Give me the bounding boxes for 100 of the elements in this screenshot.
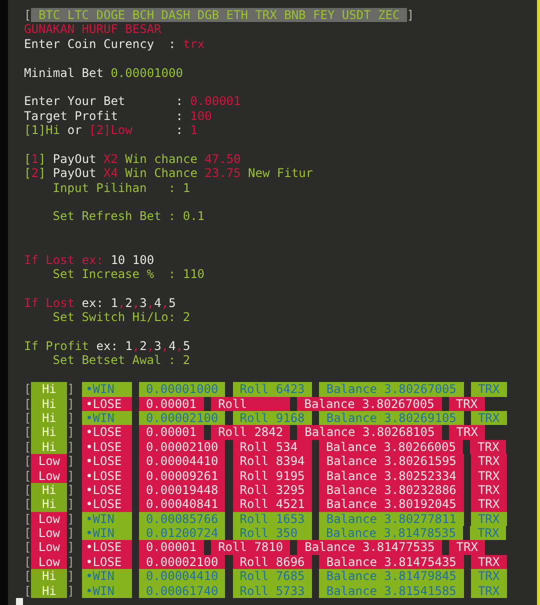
terminal-text: Win chance <box>124 152 198 166</box>
side-label: Low <box>31 512 68 526</box>
result-label: •LOSE <box>82 482 132 498</box>
roll-value: Roll 9195 <box>232 468 312 483</box>
roll-value: Roll 8696 <box>232 554 312 570</box>
bet-amount: 0.00001000 <box>138 382 226 397</box>
currency-label: TRX <box>470 569 507 584</box>
result-label: •LOSE <box>82 425 132 440</box>
terminal-text: [ <box>24 152 32 166</box>
balance-value: Balance 3.81475435 <box>319 554 464 570</box>
bracket: [ <box>24 482 32 498</box>
bracket: [ <box>24 554 32 570</box>
terminal-text: ] <box>38 152 46 166</box>
roll-value: Roll 7810 <box>210 540 290 555</box>
terminal-text: If Lost <box>24 296 75 310</box>
side-label: Low <box>31 454 68 469</box>
bet-amount: 0.00002100 <box>138 554 226 570</box>
balance-value: Balance 3.80267005 <box>319 382 464 397</box>
currency-label: TRX <box>449 425 486 440</box>
terminal-text: Enter Coin Curency : <box>24 36 177 52</box>
terminal-text: , <box>176 339 184 354</box>
terminal-text: Minimal Bet <box>24 66 104 80</box>
balance-value: Balance 3.80232886 <box>319 482 464 498</box>
terminal-text: or <box>66 123 83 138</box>
terminal-text: If Profit <box>24 339 90 354</box>
terminal-text: 4 <box>168 339 176 354</box>
bet-amount: 0.00061740 <box>138 584 226 598</box>
result-label: •LOSE <box>82 396 132 411</box>
currency-label: TRX <box>470 554 507 570</box>
currency-label: TRX <box>470 440 506 454</box>
bracket: ] <box>67 512 74 526</box>
side-label: Hi <box>31 382 68 397</box>
bracket: ] <box>67 382 74 397</box>
roll-value: Roll 9168 <box>232 410 312 426</box>
terminal-text: PayOut <box>52 166 98 181</box>
terminal-text: : <box>174 123 184 138</box>
side-label: Low <box>31 554 68 570</box>
terminal-text: 1 <box>31 152 38 166</box>
bracket: [ <box>24 512 32 526</box>
side-label: Low <box>31 540 68 555</box>
bet-amount: 0.00001 <box>138 396 204 411</box>
terminal-text: X4 <box>104 166 118 181</box>
terminal-text: , <box>146 339 154 354</box>
roll-value: Roll 534 <box>232 440 312 454</box>
terminal-text: , <box>132 339 140 354</box>
side-label: Hi <box>31 410 68 426</box>
side-label: Hi <box>31 396 68 411</box>
terminal-text: Enter Your Bet : <box>24 94 184 109</box>
bracket: [ <box>24 410 32 426</box>
balance-value: Balance 3.81477535 <box>297 540 442 555</box>
balance-value: Balance 3.80192045 <box>319 497 464 512</box>
result-label: •WIN <box>82 584 132 598</box>
bet-amount: 0.00085766 <box>138 512 226 526</box>
terminal-text: Set Refresh Bet : 0.1 <box>52 209 205 224</box>
bracket: [ <box>24 526 32 540</box>
balance-value: Balance 3.81541585 <box>319 584 464 598</box>
coin-list: BTC LTC DOGE BCH DASH DGB ETH TRX BNB FEY USDT ZEC <box>31 8 407 22</box>
currency-label: TRX <box>470 482 507 498</box>
terminal-text: 2 <box>140 339 147 354</box>
result-label: •LOSE <box>82 440 132 454</box>
terminal-text: 0.00001 <box>190 94 241 109</box>
balance-value: Balance 3.80269105 <box>319 410 464 426</box>
terminal-text: 2 <box>125 296 132 310</box>
bet-amount: 0.00009261 <box>138 468 226 483</box>
bracket: ] <box>67 526 74 540</box>
bet-amount: 0.01200724 <box>138 526 226 540</box>
roll-value: Roll 5733 <box>232 584 312 598</box>
result-label: •WIN <box>82 382 132 397</box>
bet-amount: 0.00004410 <box>138 454 226 469</box>
result-label: •LOSE <box>82 540 132 555</box>
bracket: ] <box>67 468 74 483</box>
terminal-text: [ <box>24 166 32 181</box>
bracket: ] <box>406 8 414 22</box>
bracket: [ <box>24 454 32 469</box>
bet-amount: 0.00001 <box>138 540 204 555</box>
terminal-text: , <box>161 296 169 310</box>
bet-amount: 0.00040841 <box>138 497 226 512</box>
terminal-text: 5 <box>183 339 190 354</box>
terminal-text: , <box>118 296 126 310</box>
terminal-text: Set Increase % : 110 <box>52 267 205 282</box>
bracket: ] <box>67 584 74 598</box>
terminal-text: 3 <box>154 339 162 354</box>
terminal-text: , <box>161 339 169 354</box>
balance-value: Balance 3.81478535 <box>318 526 464 540</box>
terminal-text: PayOut <box>52 152 98 166</box>
side-label: Hi <box>31 425 68 440</box>
bracket: ] <box>67 540 74 555</box>
bracket: [ <box>24 440 32 454</box>
bet-amount: 0.00004410 <box>138 569 226 584</box>
terminal-text: 3 <box>140 296 147 310</box>
result-label: •WIN <box>82 526 132 540</box>
balance-value: Balance 3.80277811 <box>319 512 464 526</box>
roll-value: Roll 6423 <box>232 382 312 397</box>
terminal-text: ] <box>38 166 46 181</box>
roll-value: Roll 4521 <box>232 497 312 512</box>
terminal-text: 100 <box>190 108 212 124</box>
roll-value: Roll 7685 <box>232 569 312 584</box>
result-label: •LOSE <box>82 468 132 483</box>
bracket: ] <box>67 410 74 426</box>
bracket: [ <box>24 396 32 411</box>
